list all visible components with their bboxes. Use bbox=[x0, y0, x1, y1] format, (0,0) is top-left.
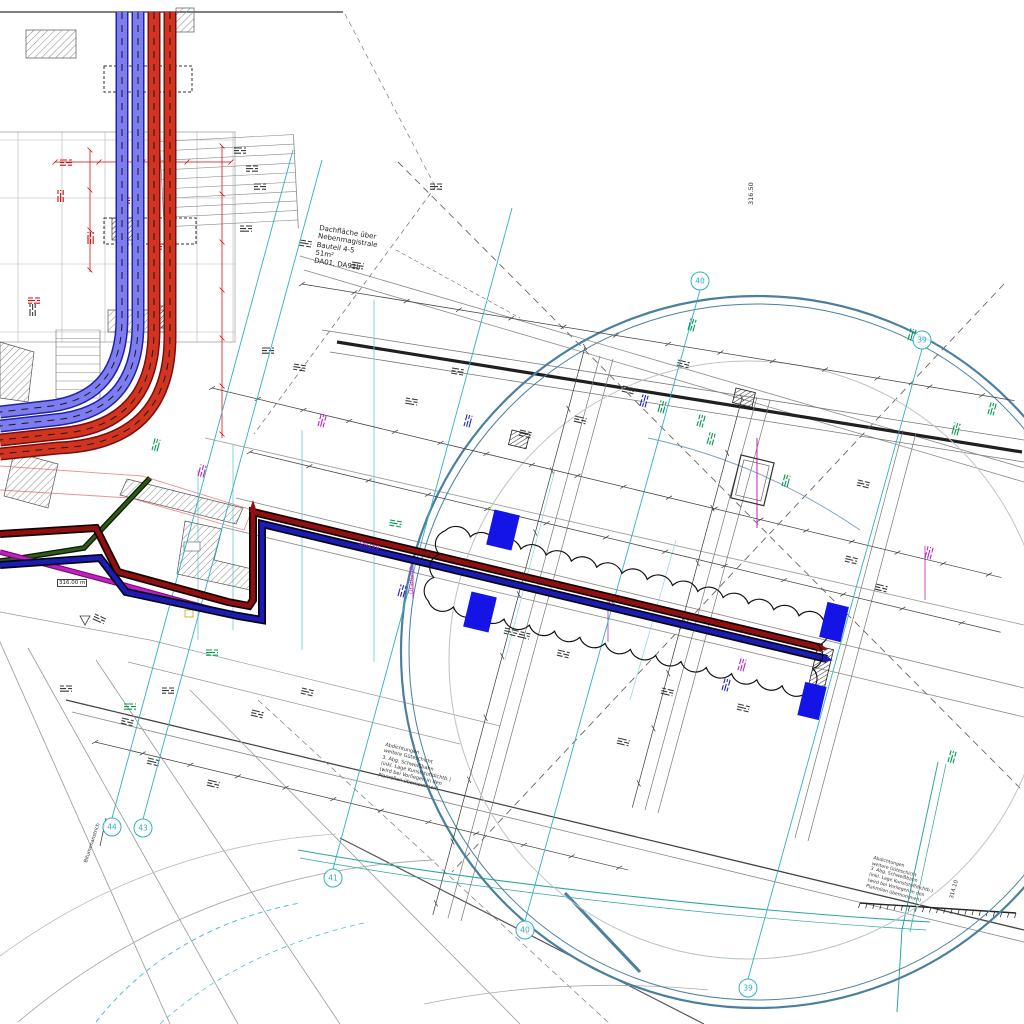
axis-bubble: 40 bbox=[691, 272, 709, 290]
svg-text:41: 41 bbox=[328, 874, 338, 883]
drainage-label: Drainage bbox=[408, 567, 415, 594]
site-circle-faint bbox=[449, 361, 1024, 959]
highlight-rect bbox=[797, 682, 826, 720]
svg-text:39: 39 bbox=[743, 984, 753, 993]
elevation-316-00: 316.00 m bbox=[57, 579, 87, 587]
highlight-rect bbox=[463, 591, 497, 632]
axis-bubble: 40 bbox=[516, 921, 534, 939]
svg-text:39: 39 bbox=[917, 336, 927, 345]
axis-bubble: 41 bbox=[324, 869, 342, 887]
axis-bubble: 44 bbox=[103, 818, 121, 836]
highlight-rect bbox=[819, 602, 849, 642]
svg-text:40: 40 bbox=[520, 926, 530, 935]
cad-canvas: 44434140403939 D bbox=[0, 0, 1024, 1024]
svg-text:44: 44 bbox=[107, 823, 117, 832]
axis-bubble: 43 bbox=[134, 819, 152, 837]
highlight-rect bbox=[486, 509, 520, 550]
axis-bubble: 39 bbox=[913, 331, 931, 349]
elevation-316-50: 316.50 bbox=[748, 182, 756, 205]
svg-text:40: 40 bbox=[695, 277, 705, 286]
pipes bbox=[0, 12, 834, 665]
grid-axis-bubbles: 44 43 41 40 40 39 39 bbox=[103, 272, 931, 997]
svg-text:43: 43 bbox=[138, 824, 148, 833]
axis-bubble: 39 bbox=[739, 979, 757, 997]
